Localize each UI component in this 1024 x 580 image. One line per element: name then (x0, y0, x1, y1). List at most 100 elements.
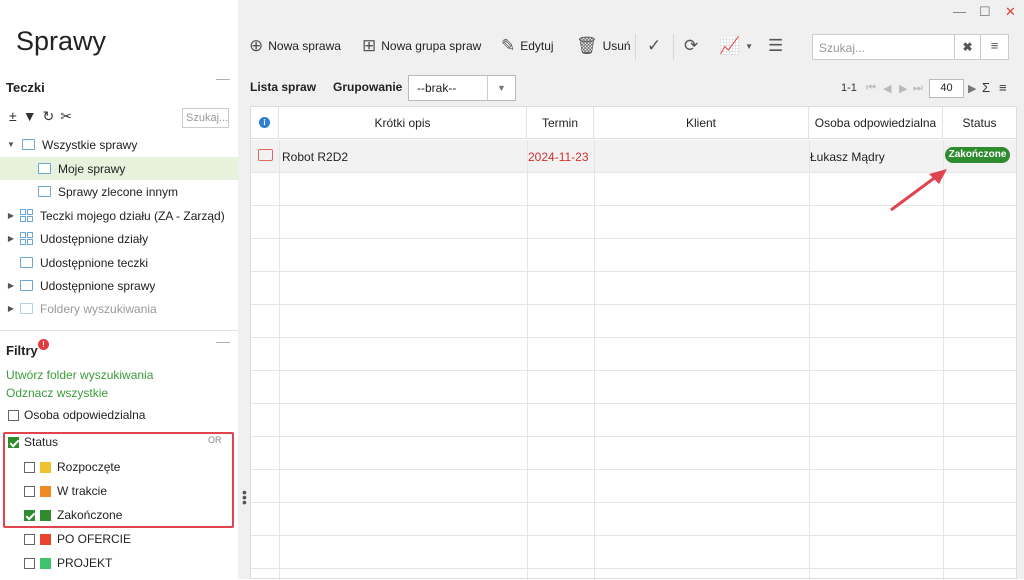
filter-option-label: PROJEKT (57, 556, 113, 570)
status-badge: Zakończone (945, 147, 1010, 163)
col-status[interactable]: Status (943, 107, 1016, 139)
close-button[interactable]: ✕ (1005, 4, 1016, 20)
tree-item-label: Udostępnione działy (40, 231, 149, 246)
check-icon: ✓ (647, 36, 662, 55)
tree-item-foldery[interactable]: ▶ Foldery wyszukiwania (0, 297, 238, 320)
create-search-folder-link[interactable]: Utwórz folder wyszukiwania (6, 368, 153, 382)
page-range: 1-1 (841, 82, 857, 94)
col-term[interactable]: Termin (527, 107, 594, 139)
first-page-icon[interactable]: ⏮ (866, 82, 876, 95)
filter-osoba[interactable]: Osoba odpowiedzialna (8, 408, 145, 422)
teczki-search-input[interactable]: Szukaj... (182, 108, 229, 128)
filter-option-projekt[interactable]: PROJEKT (24, 556, 112, 570)
chevron-down-icon[interactable]: ▼ (487, 76, 515, 100)
hamburger-icon: ☰ (768, 36, 784, 55)
table-row-empty (251, 272, 1016, 305)
expand-caret-icon[interactable]: ▶ (6, 234, 16, 243)
row-person: Łukasz Mądry (810, 150, 885, 164)
expand-caret-icon[interactable]: ▶ (6, 281, 16, 290)
tree-item-label: Teczki mojego działu (ZA - Zarząd) (40, 208, 225, 223)
checkbox[interactable] (24, 557, 35, 569)
delete-button[interactable]: 🗑 Usuń (576, 36, 631, 56)
table-row-empty (251, 503, 1016, 536)
tree-item-wszystkie[interactable]: ▼ Wszystkie sprawy (0, 133, 238, 156)
drag-handle-icon[interactable]: • • • (242, 485, 247, 509)
minimize-button[interactable]: — (953, 4, 966, 19)
plus-circle-icon: ⊕ (249, 36, 264, 55)
table-row-empty (251, 470, 1016, 503)
filter-option-po-ofercie[interactable]: PO OFERCIE (24, 532, 131, 546)
left-panel: Sprawy Teczki — ± ▼ ↻ ✂ Szukaj... ▼ Wszy… (0, 0, 238, 579)
columns-menu-icon[interactable]: ≡ (999, 80, 1007, 95)
chart-menu-button[interactable]: 📈 ▼ (719, 36, 753, 56)
tree-item-udost-dzialy[interactable]: ▶ Udostępnione działy (0, 227, 238, 250)
department-icon (20, 232, 33, 245)
next-page-icon[interactable]: ▶ (899, 82, 907, 95)
expand-caret-icon[interactable]: ▶ (6, 304, 16, 313)
new-case-button[interactable]: ⊕ Nowa sprawa (249, 36, 341, 56)
collapse-teczki-button[interactable]: — (216, 70, 230, 86)
clear-all-link[interactable]: Odznacz wszystkie (6, 386, 108, 400)
warning-icon: ! (38, 339, 49, 350)
filter-icon[interactable]: ▼ (23, 108, 37, 125)
check-button[interactable]: ✓ (647, 36, 661, 56)
expand-caret-icon[interactable]: ▼ (6, 140, 16, 149)
color-swatch (40, 533, 51, 545)
chart-icon: 📈 (719, 36, 741, 55)
tree-item-label: Sprawy zlecone innym (58, 184, 179, 199)
tree-item-dzial[interactable]: ▶ Teczki mojego działu (ZA - Zarząd) (0, 204, 238, 227)
table-row-empty (251, 305, 1016, 338)
collapse-filtry-button[interactable]: — (216, 333, 230, 349)
clear-search-button[interactable]: ✖ (955, 34, 981, 60)
grouping-select[interactable]: --brak-- ▼ (408, 75, 516, 101)
filter-label: Osoba odpowiedzialna (24, 408, 146, 422)
refresh-button[interactable]: ⟳ (684, 36, 698, 56)
filtry-heading: Filtry (6, 343, 38, 358)
col-desc[interactable]: Krótki opis (279, 107, 527, 139)
prev-page-icon[interactable]: ◀ (883, 82, 891, 95)
edit-button[interactable]: ✎ Edytuj (501, 36, 554, 56)
expand-caret-icon[interactable]: ▶ (6, 211, 16, 220)
column-line (527, 140, 528, 580)
new-case-label: Nowa sprawa (268, 39, 341, 53)
checkbox[interactable] (8, 409, 19, 421)
annotation-arrow (890, 169, 947, 212)
new-group-button[interactable]: ⊞ Nowa grupa spraw (362, 36, 481, 56)
more-pages-icon[interactable]: ▶ (968, 82, 976, 95)
search-input[interactable]: Szukaj... (812, 34, 955, 60)
row-desc[interactable]: Robot R2D2 (282, 150, 348, 164)
app-title: Sprawy (16, 26, 107, 56)
search-options-button[interactable]: ≡ (981, 34, 1009, 60)
grouping-value: --brak-- (417, 81, 457, 95)
column-line (809, 140, 810, 580)
edit-label: Edytuj (520, 39, 554, 53)
tree-item-moje[interactable]: Moje sprawy (0, 157, 238, 180)
folder-icon (20, 303, 33, 314)
last-page-icon[interactable]: ⏭ (913, 82, 923, 95)
sort-icon[interactable]: ± (9, 108, 17, 125)
maximize-button[interactable]: ☐ (979, 4, 991, 20)
menu-button[interactable]: ☰ (768, 36, 783, 56)
folder-icon (20, 280, 33, 291)
filter-option-label: PO OFERCIE (57, 532, 132, 546)
col-person[interactable]: Osoba odpowiedzialna (809, 107, 943, 139)
tree-item-udost-teczki[interactable]: Udostępnione teczki (0, 251, 238, 274)
tree-item-udost-sprawy[interactable]: ▶ Udostępnione sprawy (0, 274, 238, 297)
sum-icon[interactable]: Σ (982, 80, 990, 95)
tree-item-zlecone[interactable]: Sprawy zlecone innym (0, 180, 238, 203)
grouping-label: Grupowanie (333, 80, 403, 94)
checkbox[interactable] (24, 533, 35, 545)
briefcase-icon (258, 149, 273, 161)
color-swatch (40, 557, 51, 569)
chevron-down-icon: ▼ (745, 41, 754, 51)
col-info[interactable]: i (251, 107, 279, 139)
page-size-input[interactable]: 40 (929, 79, 964, 98)
refresh-icon[interactable]: ↻ (43, 108, 55, 125)
col-client[interactable]: Klient (594, 107, 809, 139)
refresh-icon: ⟳ (684, 36, 699, 55)
department-icon (20, 209, 33, 222)
tree-item-label: Wszystkie sprawy (42, 137, 138, 152)
table-row-empty (251, 536, 1016, 569)
panel-splitter[interactable]: • • • (238, 0, 250, 579)
tools-icon[interactable]: ✂ (60, 108, 72, 125)
